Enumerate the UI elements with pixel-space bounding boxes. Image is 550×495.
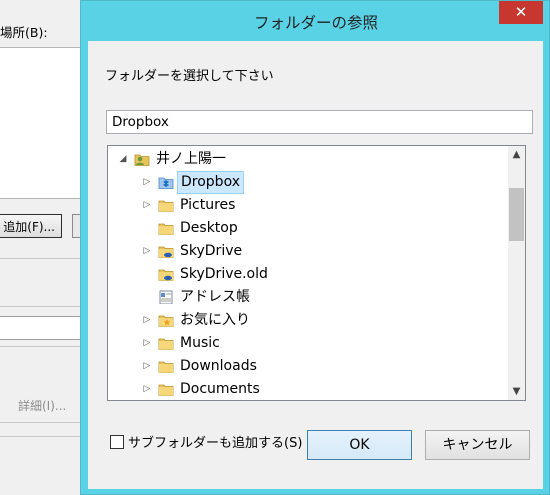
dialog-body: フォルダーを選択して下さい ▲ ▼ ◢井ノ上陽一▷Dropbox▷Picture… xyxy=(88,41,543,489)
tree-item[interactable]: ▷ Pictures xyxy=(108,194,508,217)
tree-item-label: Documents xyxy=(180,381,260,397)
folder-browse-dialog: フォルダーの参照 ✕ フォルダーを選択して下さい ▲ ▼ ◢井ノ上陽一▷Drop… xyxy=(80,0,550,495)
tree-item-label: SkyDrive.old xyxy=(180,266,268,282)
dialog-title: フォルダーの参照 xyxy=(253,14,378,32)
include-subfolders-checkbox[interactable]: サブフォルダーも追加する(S) xyxy=(110,432,302,451)
expanded-arrow-icon[interactable]: ◢ xyxy=(118,148,128,171)
folder-tree[interactable]: ▲ ▼ ◢ 井ノ上陽一 ▷ Dropbox ▷ Pictures Desktop ▷ SkyDr… xyxy=(107,145,526,401)
cancel-button[interactable]: キャンセル xyxy=(425,430,530,460)
collapsed-arrow-icon[interactable]: ▷ xyxy=(142,309,152,332)
divider xyxy=(0,436,80,437)
divider xyxy=(0,258,80,259)
collapsed-arrow-icon[interactable]: ▷ xyxy=(142,194,152,217)
tree-item[interactable]: ▷ Dropbox xyxy=(108,171,508,194)
divider xyxy=(0,346,80,347)
tree-item-label: Music xyxy=(180,335,220,351)
tree-item[interactable]: ▷ Documents xyxy=(108,378,508,400)
close-button[interactable]: ✕ xyxy=(499,1,543,24)
collapsed-arrow-icon[interactable]: ▷ xyxy=(142,355,152,378)
checkbox-label: サブフォルダーも追加する(S) xyxy=(128,436,303,451)
tree-item-label: 井ノ上陽一 xyxy=(156,151,226,167)
tree-item-label: Pictures xyxy=(180,197,236,213)
location-list[interactable] xyxy=(0,47,80,199)
divider xyxy=(0,306,80,307)
ok-button[interactable]: OK xyxy=(307,430,412,460)
checkbox-box[interactable] xyxy=(110,434,124,449)
tree-item[interactable]: SkyDrive.old xyxy=(108,263,508,286)
tree-item[interactable]: ▷ お気に入り xyxy=(108,309,508,332)
tree-item-label: Downloads xyxy=(180,358,257,374)
scroll-thumb[interactable] xyxy=(509,188,524,241)
collapsed-arrow-icon[interactable]: ▷ xyxy=(142,240,152,263)
parent-window: 場所(B): 追加(F)... 詳細(I)... xyxy=(0,0,84,495)
title-bar[interactable]: フォルダーの参照 ✕ xyxy=(81,1,550,41)
tree-item-label: SkyDrive xyxy=(180,243,243,259)
detail-button[interactable]: 詳細(I)... xyxy=(18,397,66,414)
tree-item[interactable]: アドレス帳 xyxy=(108,286,508,309)
close-icon: ✕ xyxy=(514,3,528,21)
divider xyxy=(0,422,80,423)
collapsed-arrow-icon[interactable]: ▷ xyxy=(142,171,152,194)
parent-text-field[interactable] xyxy=(0,316,80,340)
tree-item-label: アドレス帳 xyxy=(180,289,250,305)
instruction-text: フォルダーを選択して下さい xyxy=(105,69,274,84)
scroll-down-icon[interactable]: ▼ xyxy=(508,383,525,400)
folder-path-input[interactable] xyxy=(106,110,533,134)
tree-item[interactable]: Desktop xyxy=(108,217,508,240)
tree-item[interactable]: ▷ SkyDrive xyxy=(108,240,508,263)
collapsed-arrow-icon[interactable]: ▷ xyxy=(142,332,152,355)
tree-item-label: Desktop xyxy=(180,220,238,236)
tree-item[interactable]: ◢ 井ノ上陽一 xyxy=(108,148,508,171)
tree-item[interactable]: ▷ Downloads xyxy=(108,355,508,378)
add-button[interactable]: 追加(F)... xyxy=(0,214,62,238)
tree-scrollbar[interactable]: ▲ ▼ xyxy=(508,146,525,400)
collapsed-arrow-icon[interactable]: ▷ xyxy=(142,378,152,400)
tree-item-label: お気に入り xyxy=(180,312,250,328)
tree-item-label: Dropbox xyxy=(177,171,244,194)
scroll-up-icon[interactable]: ▲ xyxy=(508,146,525,163)
tree-item[interactable]: ▷ Music xyxy=(108,332,508,355)
location-label: 場所(B): xyxy=(0,25,48,40)
